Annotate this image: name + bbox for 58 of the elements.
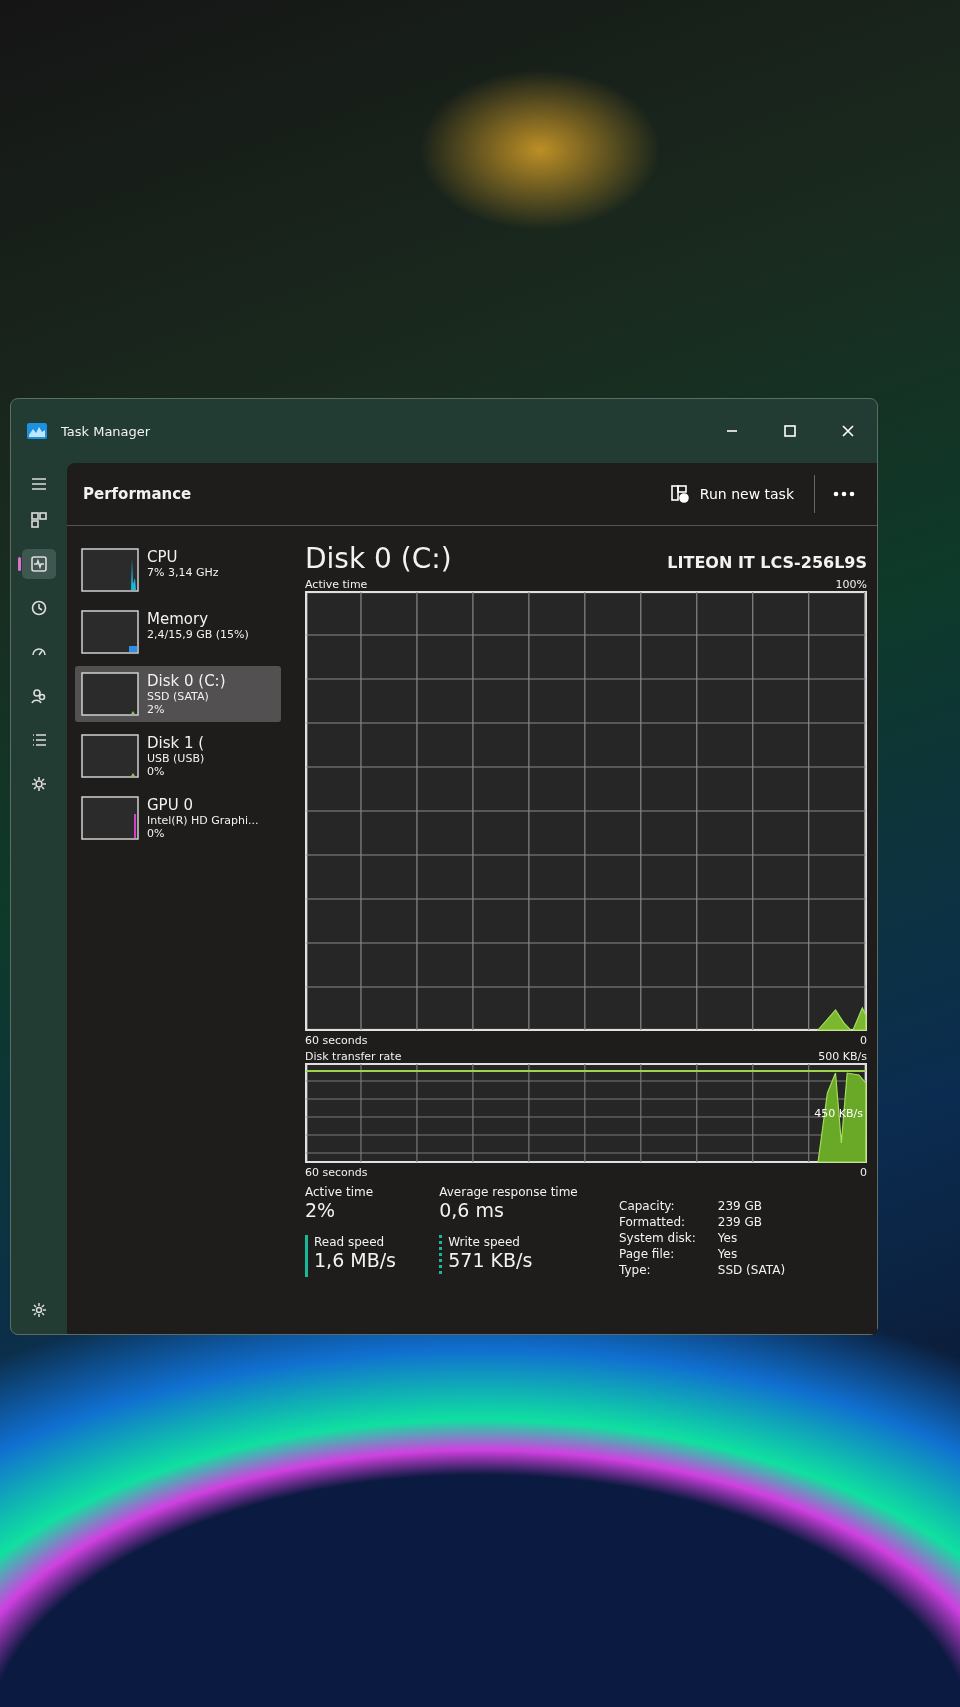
stat-label: Active time	[305, 1185, 374, 1199]
chart-label: Active time	[305, 578, 368, 591]
property-label: Formatted:	[619, 1215, 687, 1229]
run-new-task-button[interactable]: Run new task	[661, 478, 802, 510]
legend-line	[305, 1235, 308, 1277]
device-usage: 0%	[147, 765, 166, 778]
property-label: Capacity:	[619, 1199, 676, 1213]
disk-model: LITEON IT LCS-256L9S	[667, 553, 867, 572]
property-label: System disk:	[619, 1231, 696, 1245]
device-detail: SSD (SATA)	[147, 690, 210, 703]
page-title: Performance	[83, 485, 192, 503]
property-label: Page file:	[619, 1247, 676, 1261]
axis-mid-label: 450 KB/s	[814, 1107, 863, 1120]
device-item[interactable]: CPU 7% 3,14 GHz	[75, 542, 281, 598]
device-detail: USB (USB)	[147, 752, 205, 765]
app-icon	[27, 423, 47, 439]
legend-line	[439, 1235, 443, 1277]
device-name: GPU 0	[147, 796, 194, 814]
device-name: Disk 0 (C:)	[147, 672, 226, 690]
device-item[interactable]: Disk 0 (C:) SSD (SATA) 2%	[75, 666, 281, 722]
time-span-label: 60 seconds	[305, 1166, 368, 1179]
device-usage: 0%	[147, 827, 166, 840]
device-name: Memory	[147, 610, 209, 628]
stat-value: 2%	[305, 1199, 337, 1221]
property-value: Yes	[717, 1231, 739, 1245]
device-name: Disk 1 (	[147, 734, 205, 752]
device-name: CPU	[147, 548, 179, 566]
device-item[interactable]: GPU 0 Intel(R) HD Graphi... 0%	[75, 790, 281, 846]
property-value: 239 GB	[717, 1215, 763, 1229]
axis-min-label: 0	[860, 1166, 867, 1179]
maximize-icon[interactable]	[783, 424, 797, 438]
axis-min-label: 0	[860, 1034, 867, 1047]
run-task-icon[interactable]	[669, 484, 690, 504]
device-detail: 2,4/15,9 GB (15%)	[147, 628, 249, 641]
close-icon[interactable]	[841, 424, 855, 438]
property-label: Type:	[619, 1263, 652, 1277]
stat-value: 1,6 MB/s	[314, 1249, 396, 1271]
device-usage: 2%	[147, 703, 166, 716]
time-span-label: 60 seconds	[305, 1034, 368, 1047]
device-item[interactable]: Memory 2,4/15,9 GB (15%)	[75, 604, 281, 660]
axis-max-label: 100%	[835, 578, 867, 591]
chart-label: Disk transfer rate	[305, 1050, 402, 1063]
device-item[interactable]: Disk 1 ( USB (USB) 0%	[75, 728, 281, 784]
stat-value: 0,6 ms	[439, 1199, 505, 1221]
axis-max-label: 500 KB/s	[818, 1050, 867, 1063]
property-value: 239 GB	[717, 1199, 763, 1213]
stat-label: Average response time	[439, 1185, 578, 1199]
disk-title: Disk 0 (C:)	[305, 542, 452, 575]
stat-value: 571 KB/s	[448, 1249, 533, 1271]
property-value: Yes	[717, 1247, 739, 1261]
settings-icon[interactable]	[31, 1302, 47, 1318]
window-title: Task Manager	[61, 423, 151, 439]
stat-label: Read speed	[314, 1235, 386, 1249]
device-detail: Intel(R) HD Graphi...	[147, 814, 259, 827]
device-detail: 7% 3,14 GHz	[147, 566, 219, 579]
menu-icon[interactable]	[31, 477, 47, 491]
stat-label: Write speed	[448, 1235, 521, 1249]
property-value: SSD (SATA)	[717, 1263, 786, 1277]
